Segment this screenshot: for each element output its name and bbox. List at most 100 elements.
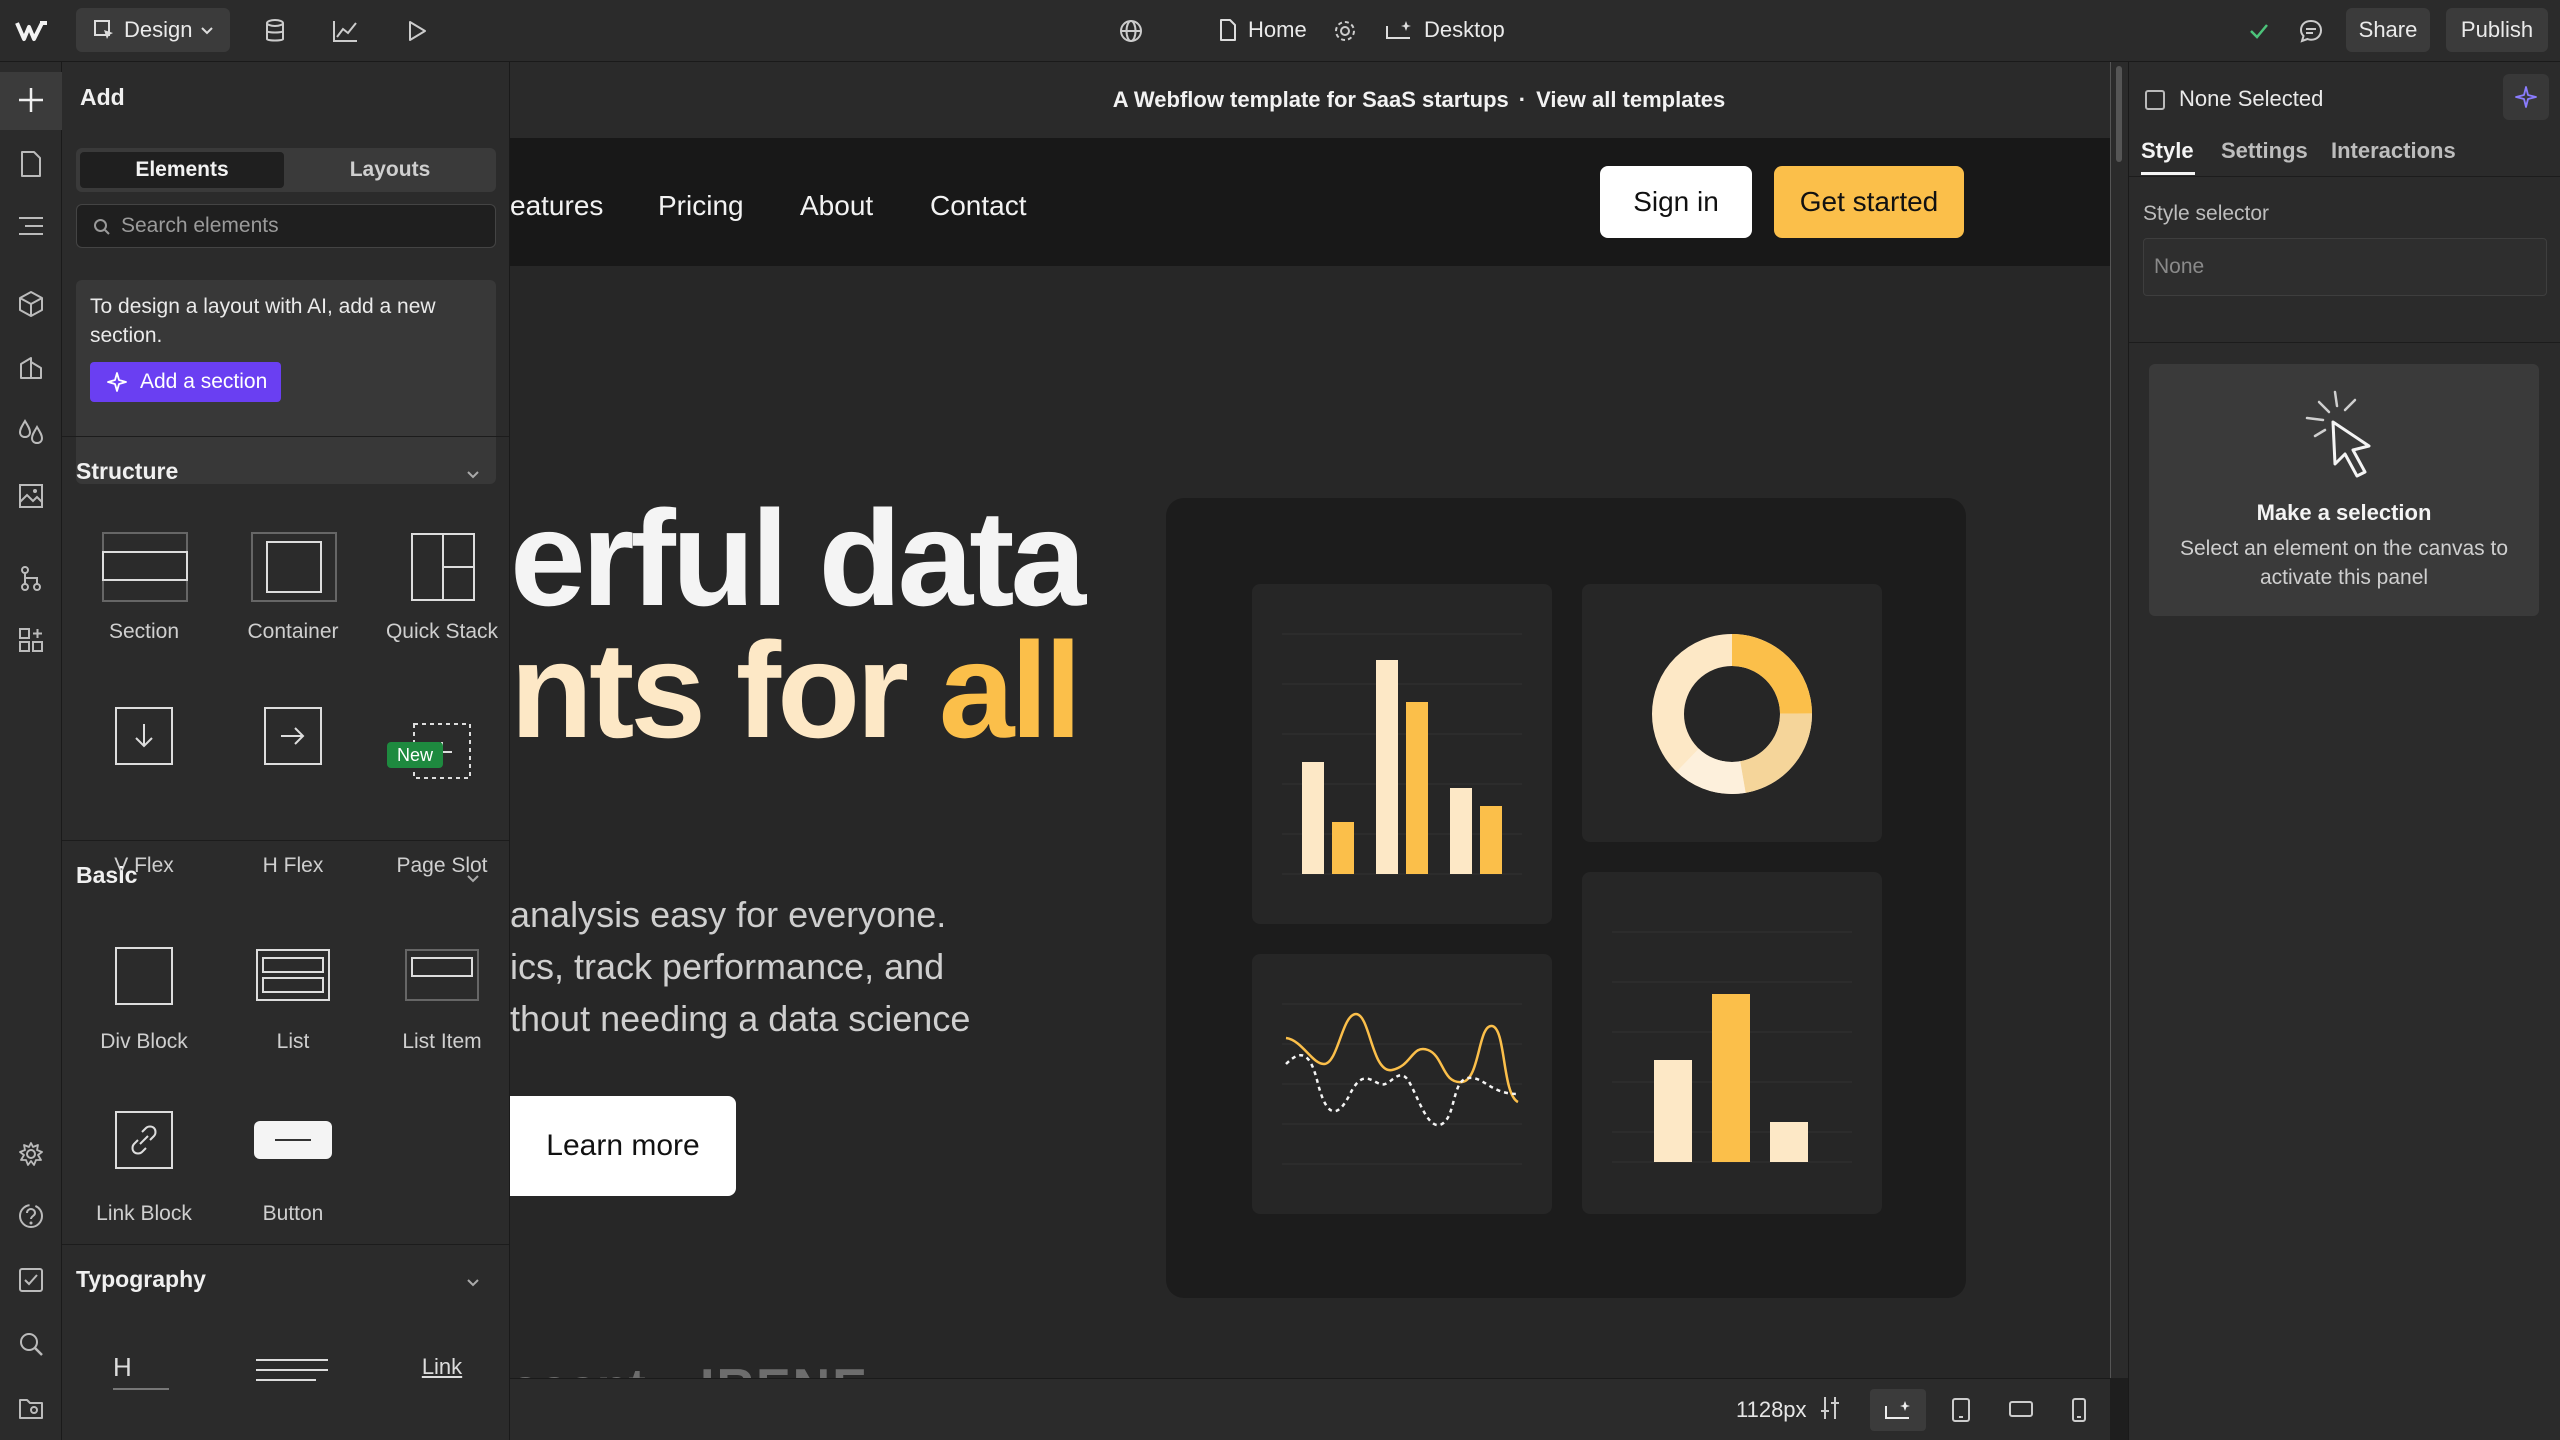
page-selector[interactable]: Home [1218,8,1307,52]
banner-text: A Webflow template for SaaS startups [1112,87,1509,112]
tasks-checkbox-icon[interactable] [15,1264,47,1296]
element-paragraph[interactable] [218,1352,368,1432]
search-elements-input[interactable]: Search elements [76,204,496,248]
heading-glyph: H [113,1352,132,1382]
typography-heading[interactable]: Typography [76,1266,206,1293]
logic-flow-icon[interactable] [15,562,47,594]
element-heading[interactable]: H [69,1352,219,1432]
quick-stack-element-icon [410,532,476,602]
h-flex-arrow-right-icon [263,706,323,766]
marketplace-icon[interactable] [15,1392,47,1424]
tab-layouts[interactable]: Layouts [288,152,492,188]
nav-link-contact[interactable]: Contact [930,190,1027,222]
element-container[interactable]: Container [218,532,368,682]
element-button[interactable]: Button [218,1110,368,1260]
comments-icon[interactable] [2294,14,2328,48]
element-page-slot[interactable]: New Page Slot [367,706,509,877]
add-plus-icon[interactable] [15,84,47,116]
second-bar-chart-graphic [1612,931,1852,1163]
assets-image-icon[interactable] [15,480,47,512]
element-text-link[interactable]: Link [367,1352,509,1432]
mobile-portrait-breakpoint-icon[interactable] [2070,1397,2088,1423]
width-adjust-sliders-icon[interactable] [1818,1395,1842,1421]
breakpoint-selector[interactable]: Desktop [1384,8,1505,52]
empty-selection-card: Make a selection Select an element on th… [2149,364,2539,616]
tab-interactions[interactable]: Interactions [2331,138,2456,164]
element-quick-stack[interactable]: Quick Stack [367,532,509,682]
divider [2129,342,2560,343]
design-canvas[interactable]: A Webflow template for SaaS startups · V… [510,62,2110,1378]
bar-chart-graphic [1282,633,1522,875]
element-label: Button [262,1202,324,1225]
selection-checkbox[interactable] [2145,90,2165,110]
tab-settings[interactable]: Settings [2221,138,2308,164]
element-div-block[interactable]: Div Block [69,940,219,1090]
search-icon[interactable] [15,1328,47,1360]
styles-drops-icon[interactable] [15,416,47,448]
chevron-down-icon[interactable] [463,1272,483,1292]
page-settings-gear-icon[interactable] [1328,14,1362,48]
element-v-flex[interactable]: V Flex [69,706,219,877]
tablet-breakpoint-icon[interactable] [1950,1397,1972,1423]
client-logo-accent: ccent [510,1362,646,1378]
divider [62,436,509,437]
button-element-icon [253,1120,333,1160]
element-link-block[interactable]: Link Block [69,1110,219,1260]
tab-elements[interactable]: Elements [80,152,284,188]
divider [2129,176,2560,177]
chevron-down-icon[interactable] [463,868,483,888]
element-list[interactable]: List [218,940,368,1090]
settings-gear-icon[interactable] [15,1138,47,1170]
make-selection-title: Make a selection [2256,500,2432,525]
scrollbar-thumb[interactable] [2116,66,2122,162]
navigator-icon[interactable] [15,210,47,242]
learn-more-button[interactable]: Learn more [510,1096,736,1196]
structure-heading[interactable]: Structure [76,458,178,485]
sign-in-button[interactable]: Sign in [1600,166,1752,238]
style-selector-label: Style selector [2143,202,2270,225]
chevron-down-icon[interactable] [463,464,483,484]
apps-icon[interactable] [15,624,47,656]
make-selection-text: Select an element on the canvas to activ… [2179,537,2509,589]
desktop-breakpoint-button[interactable] [1870,1389,1926,1431]
add-section-button[interactable]: Add a section [90,362,282,402]
mode-dropdown[interactable]: Design [76,8,230,52]
nav-link-pricing[interactable]: Pricing [658,190,744,222]
bar-chart-card [1252,584,1552,924]
view-all-templates-link[interactable]: View all templates [1536,87,1725,113]
basic-heading[interactable]: Basic [76,862,137,889]
variables-icon[interactable] [15,352,47,384]
cms-database-icon[interactable] [258,14,292,48]
add-section-label: Add a section [140,370,268,393]
dashboard-illustration [1166,498,1966,1298]
tab-active-indicator [2141,172,2195,175]
search-icon [93,218,111,236]
webflow-logo-icon[interactable] [14,14,50,48]
element-label: Section [108,620,180,643]
pages-icon[interactable] [15,148,47,180]
analytics-chart-icon[interactable] [328,14,362,48]
nav-link-about[interactable]: About [800,190,873,222]
preview-play-icon[interactable] [400,14,434,48]
mobile-landscape-breakpoint-icon[interactable] [2008,1399,2034,1419]
components-cube-icon[interactable] [15,288,47,320]
hero-heading-part: nts for [510,614,939,766]
publish-button[interactable]: Publish [2446,8,2548,52]
list-element-icon [255,948,331,1002]
element-list-item[interactable]: List Item [367,940,509,1090]
nav-link-features[interactable]: eatures [510,190,603,222]
element-h-flex[interactable]: H Flex [218,706,368,877]
style-selector-input[interactable]: None [2143,238,2547,296]
globe-icon[interactable] [1114,14,1148,48]
canvas-width-readout[interactable]: 1128px [1736,1397,1807,1423]
canvas-scrollbar[interactable] [2110,62,2128,1378]
ai-assistant-button[interactable] [2503,74,2549,120]
element-label: List Item [402,1030,482,1053]
share-button[interactable]: Share [2346,8,2430,52]
get-started-button[interactable]: Get started [1774,166,1964,238]
help-icon[interactable] [15,1200,47,1232]
element-label: Page Slot [396,854,488,877]
link-glyph: Link [421,1354,463,1379]
tab-style[interactable]: Style [2141,138,2194,164]
element-section[interactable]: Section [69,532,219,682]
